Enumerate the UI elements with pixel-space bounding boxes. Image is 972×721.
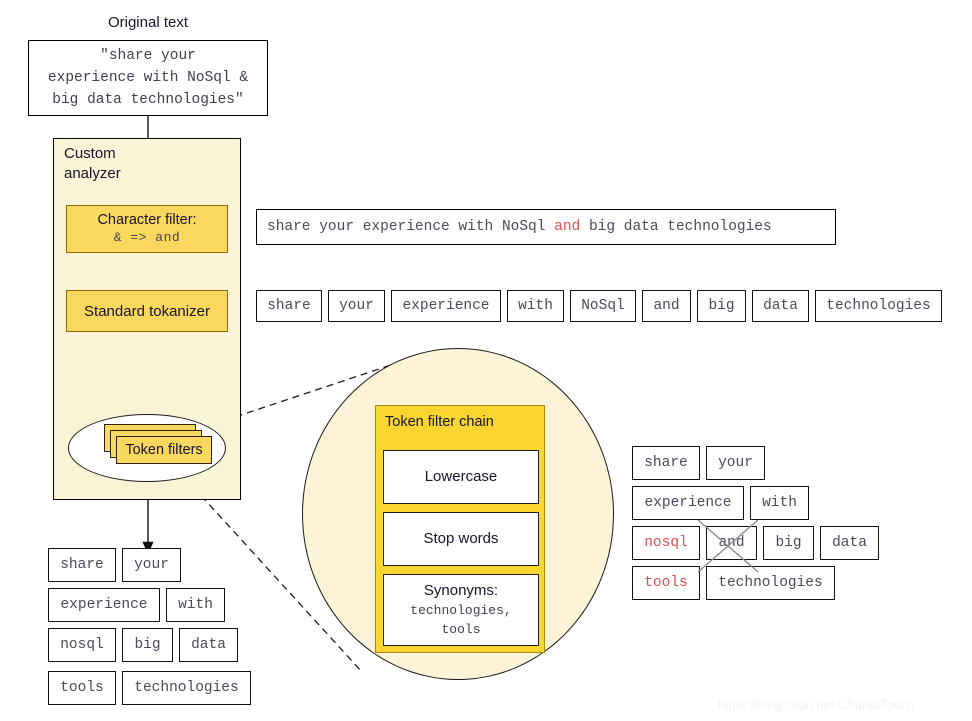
token-filter-synonyms-detail: technologies, tools — [410, 603, 512, 637]
stage-character-filter-title: Character filter: — [97, 212, 197, 228]
character-filter-output-text: share your experience with NoSql and big… — [257, 219, 772, 235]
token-chip-label: data — [191, 637, 226, 653]
token-filter-synonyms-label: Synonyms: — [423, 582, 499, 599]
token-chip-label: your — [339, 298, 374, 314]
token-chip[interactable]: and — [706, 526, 757, 560]
custom-analyzer-title: Custom analyzer — [64, 145, 121, 182]
stage-character-filter[interactable]: Character filter: & => and — [66, 205, 228, 253]
token-chip-label: nosql — [60, 637, 104, 653]
token-chip-label: technologies — [826, 298, 931, 314]
output-highlight: and — [554, 219, 581, 235]
token-chip-label: data — [763, 298, 798, 314]
token-filter-lowercase-label: Lowercase — [424, 468, 498, 485]
token-chip[interactable]: with — [507, 290, 564, 322]
stage-standard-tokenizer-title: Standard tokanizer — [84, 302, 210, 320]
output-suffix: big data technologies — [580, 219, 772, 235]
token-chip-label: your — [134, 557, 169, 573]
token-chip-label: tools — [60, 680, 104, 696]
token-chip[interactable]: experience — [48, 588, 160, 622]
token-chip-label: technologies — [134, 680, 239, 696]
token-chip[interactable]: NoSql — [570, 290, 636, 322]
character-filter-output-box: share your experience with NoSql and big… — [256, 209, 836, 245]
token-chip[interactable]: and — [642, 290, 691, 322]
diagram-canvas: Original text "share your experience wit… — [0, 0, 972, 721]
token-chip-label: experience — [644, 495, 732, 511]
token-filter-chain-title: Token filter chain — [385, 414, 494, 430]
token-chip-label: and — [653, 298, 680, 314]
token-chip[interactable]: share — [256, 290, 322, 322]
token-chip[interactable]: with — [750, 486, 809, 520]
stage-standard-tokenizer[interactable]: Standard tokanizer — [66, 290, 228, 332]
token-chip-label: nosql — [644, 535, 688, 551]
original-text-box: "share your experience with NoSql & big … — [28, 40, 268, 116]
token-filter-lowercase[interactable]: Lowercase — [383, 450, 539, 504]
token-chip-label: big — [134, 637, 161, 653]
token-filter-stop-words[interactable]: Stop words — [383, 512, 539, 566]
token-chip-label: share — [60, 557, 104, 573]
token-chip[interactable]: your — [706, 446, 765, 480]
token-chip[interactable]: your — [122, 548, 181, 582]
token-filter-synonyms[interactable]: Synonyms: technologies, tools — [383, 574, 539, 646]
token-chip-label: big — [708, 298, 735, 314]
token-chip-label: experience — [402, 298, 490, 314]
token-chip-label: big — [775, 535, 802, 551]
token-chip-label: data — [832, 535, 867, 551]
token-chip-label: with — [518, 298, 553, 314]
token-chip[interactable]: big — [122, 628, 173, 662]
token-chip-label: and — [718, 535, 745, 551]
token-chip[interactable]: experience — [391, 290, 501, 322]
watermark-text: https://blog.csdn.net/UbuntuTouch — [718, 697, 915, 712]
token-chip[interactable]: data — [752, 290, 809, 322]
token-chip[interactable]: nosql — [632, 526, 700, 560]
token-filter-stop-words-label: Stop words — [423, 530, 499, 547]
token-chip[interactable]: with — [166, 588, 225, 622]
token-chip-label: technologies — [718, 575, 823, 591]
token-chip[interactable]: technologies — [706, 566, 835, 600]
token-chip-label: your — [718, 455, 753, 471]
token-chip[interactable]: tools — [48, 671, 116, 705]
token-chip-label: share — [644, 455, 688, 471]
token-chip-label: share — [267, 298, 311, 314]
token-chip[interactable]: big — [697, 290, 746, 322]
stage-token-filters-title: Token filters — [125, 442, 203, 458]
token-chip[interactable]: experience — [632, 486, 744, 520]
token-chip[interactable]: data — [179, 628, 238, 662]
original-text-caption: Original text — [107, 14, 189, 31]
stage-character-filter-detail: & => and — [113, 230, 181, 245]
token-chip[interactable]: share — [632, 446, 700, 480]
token-chip[interactable]: your — [328, 290, 385, 322]
token-chip[interactable]: tools — [632, 566, 700, 600]
token-chip[interactable]: technologies — [815, 290, 942, 322]
token-chip[interactable]: technologies — [122, 671, 251, 705]
output-prefix: share your experience with NoSql — [267, 219, 555, 235]
token-chip-label: with — [178, 597, 213, 613]
token-chip[interactable]: nosql — [48, 628, 116, 662]
token-chip-label: tools — [644, 575, 688, 591]
original-text-value: "share your experience with NoSql & big … — [47, 48, 249, 108]
token-chip-label: experience — [60, 597, 148, 613]
stage-token-filters[interactable]: Token filters — [116, 436, 212, 464]
token-chip-label: NoSql — [581, 298, 625, 314]
token-chip-label: with — [762, 495, 797, 511]
token-chip[interactable]: share — [48, 548, 116, 582]
token-chip[interactable]: data — [820, 526, 879, 560]
token-chip[interactable]: big — [763, 526, 814, 560]
